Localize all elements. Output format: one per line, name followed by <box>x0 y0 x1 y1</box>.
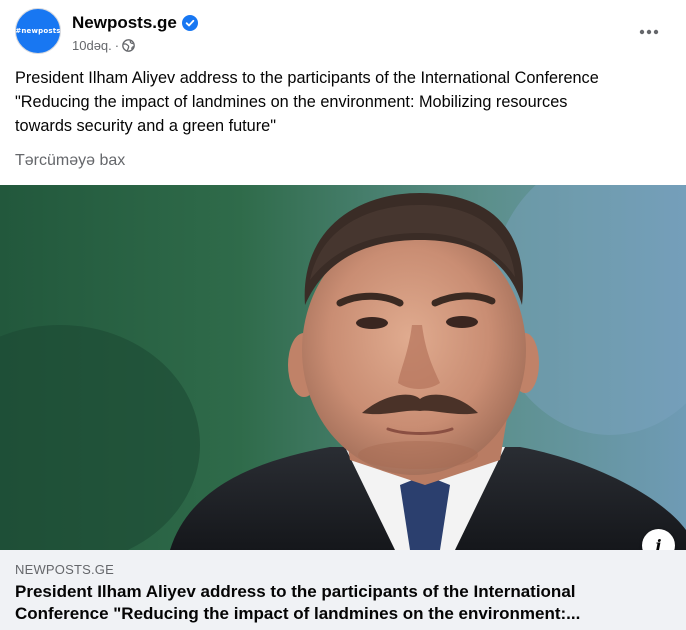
facebook-post: #newposts Newposts.ge 10dəq. · President… <box>0 0 686 630</box>
link-title-line: President Ilham Aliyev address to the pa… <box>15 582 576 601</box>
page-name[interactable]: Newposts.ge <box>72 13 177 33</box>
verified-badge-icon <box>181 15 198 31</box>
post-message: President Ilham Aliyev address to the pa… <box>15 66 675 138</box>
post-message-line: "Reducing the impact of landmines on the… <box>15 93 568 111</box>
avatar-logo-text: #newposts <box>15 27 61 35</box>
meta-separator: · <box>114 37 120 53</box>
post-timestamp[interactable]: 10dəq. <box>72 38 112 53</box>
globe-icon[interactable] <box>122 38 135 52</box>
link-title-line: Conference "Reducing the impact of landm… <box>15 604 581 623</box>
link-title: President Ilham Aliyev address to the pa… <box>15 581 675 625</box>
post-message-line: towards security and a green future" <box>15 117 276 135</box>
post-header: #newposts Newposts.ge 10dəq. · <box>15 8 671 56</box>
page-name-row: Newposts.ge <box>72 12 198 34</box>
post-photo[interactable] <box>0 185 686 550</box>
more-options-button[interactable] <box>635 18 663 46</box>
more-options-icon <box>639 29 659 35</box>
see-translation-link[interactable]: Tərcüməyə bax <box>15 150 125 172</box>
post-meta: 10dəq. · <box>72 36 135 54</box>
post-message-line: President Ilham Aliyev address to the pa… <box>15 69 599 87</box>
page-avatar[interactable]: #newposts <box>15 8 61 54</box>
link-preview[interactable]: NEWPOSTS.GE President Ilham Aliyev addre… <box>0 550 686 630</box>
link-domain: NEWPOSTS.GE <box>15 562 114 577</box>
